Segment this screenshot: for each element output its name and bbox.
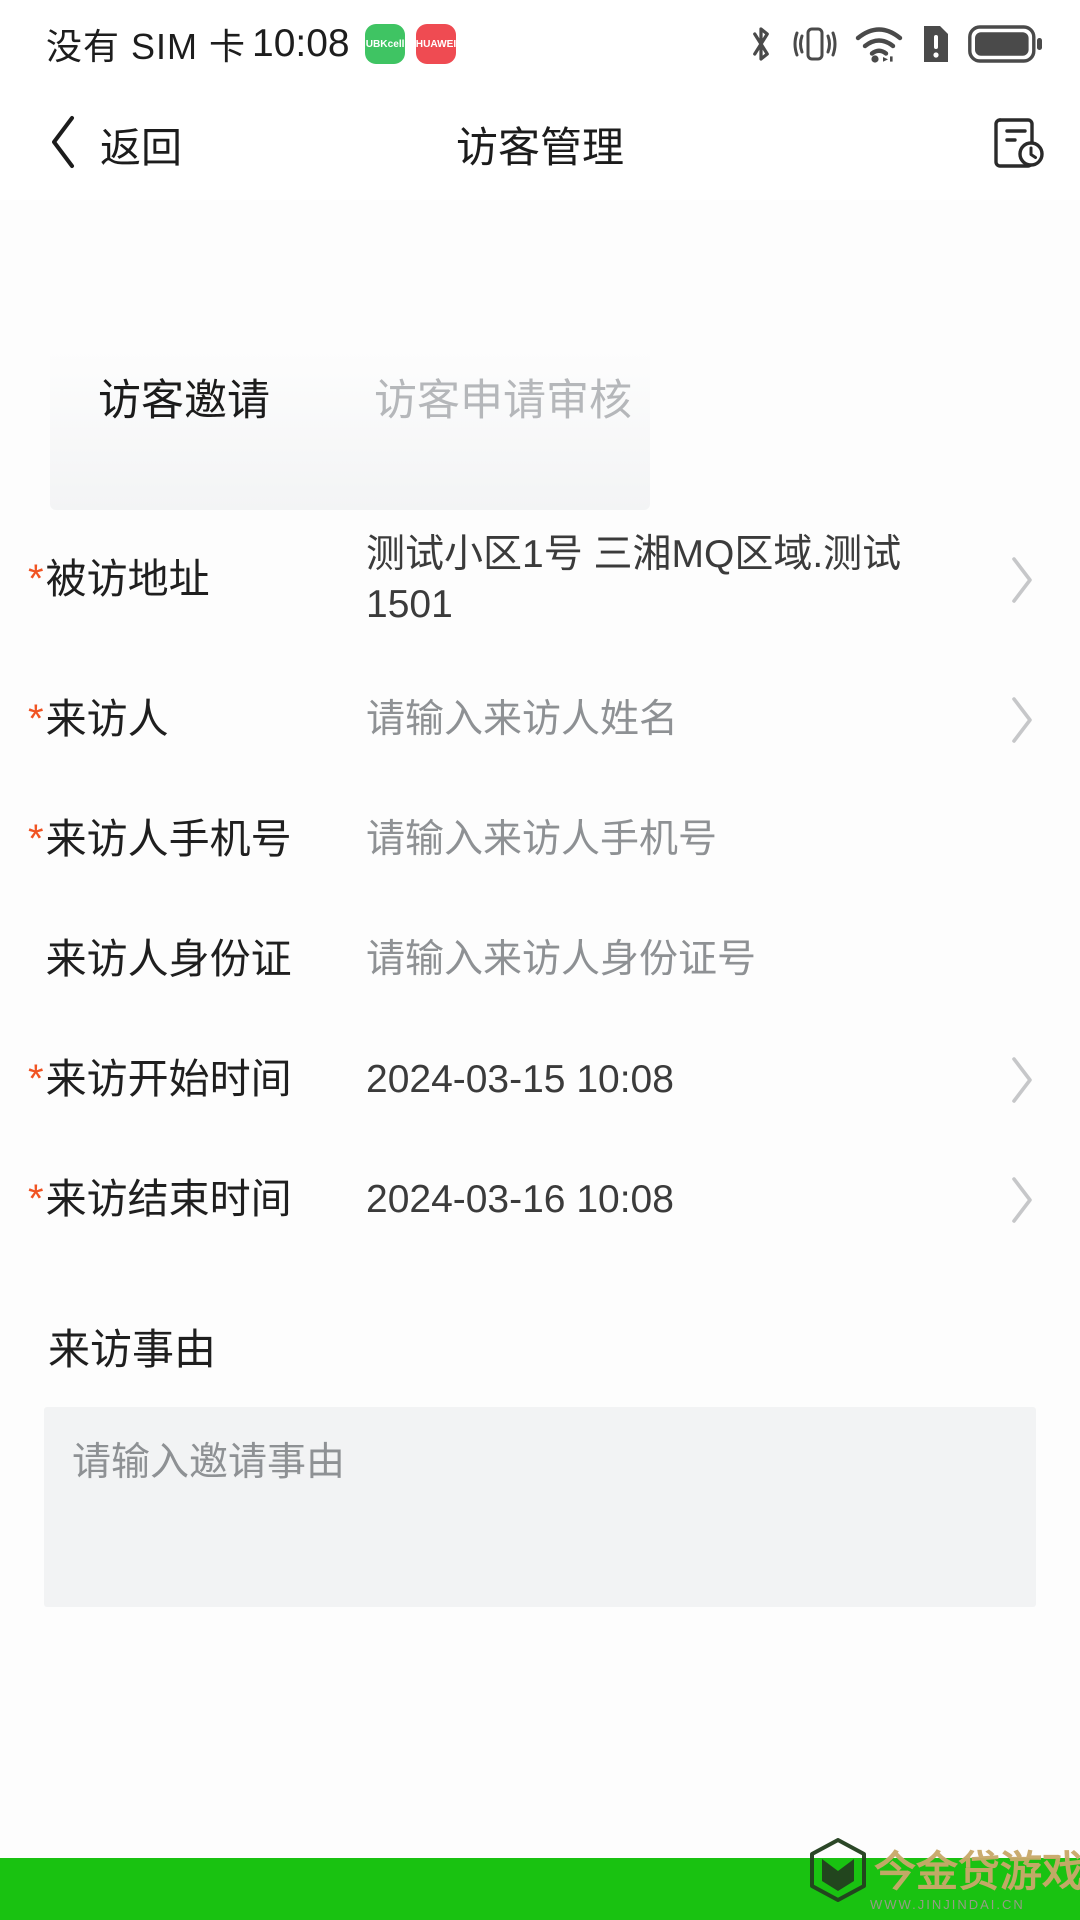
vibrate-icon — [793, 23, 837, 65]
huawei-app-icon-label: HUAWEI — [415, 38, 456, 50]
form-row-visited-address[interactable]: * 被访地址 测试小区1号 三湘MQ区域.测试1501 — [0, 500, 1080, 660]
form-row-visit-start-time[interactable]: * 来访开始时间 2024-03-15 10:08 — [0, 1020, 1080, 1140]
form-row-visitor-phone[interactable]: * 来访人手机号 请输入来访人手机号 — [0, 780, 1080, 900]
form-label-text: 来访结束时间 — [45, 1176, 292, 1223]
status-bar-left: 没有 SIM 卡 10:08 UBKcell HUAWEI — [46, 18, 456, 70]
tabs-background-card — [50, 350, 650, 510]
form-label-text: 来访人手机号 — [45, 816, 292, 863]
form-label-text: 被访地址 — [45, 556, 210, 603]
sim-alert-icon — [921, 23, 951, 65]
required-star: * — [28, 1177, 44, 1222]
visit-reason-textarea[interactable]: 请输入邀请事由 — [44, 1407, 1036, 1607]
tab-visitor-invite[interactable]: 访客邀请 — [46, 380, 322, 423]
chevron-left-icon — [46, 114, 80, 175]
required-star: * — [28, 1057, 44, 1102]
page-content: 访客邀请 访客申请审核 * 被访地址 测试小区1号 三湘MQ区域.测试1501 — [0, 200, 1080, 1920]
visitor-invite-form: * 被访地址 测试小区1号 三湘MQ区域.测试1501 * 来访人 请输入来访人… — [0, 500, 1080, 1607]
tab-visitor-application-review[interactable]: 访客申请审核 — [322, 380, 684, 423]
visit-reason-field-wrap: 请输入邀请事由 — [0, 1407, 1080, 1607]
history-record-button[interactable] — [990, 113, 1048, 176]
bluetooth-icon — [746, 22, 776, 66]
history-record-icon — [990, 113, 1048, 176]
status-bar-right — [746, 22, 1044, 66]
form-label-visit-end-time: * 来访结束时间 — [28, 1174, 366, 1225]
section-title-visit-reason: 来访事由 — [48, 1326, 217, 1373]
status-bar: 没有 SIM 卡 10:08 UBKcell HUAWEI — [0, 0, 1080, 88]
form-value-visit-start-time: 2024-03-15 10:08 — [366, 1058, 674, 1102]
form-label-visitor-phone: * 来访人手机号 — [28, 814, 366, 865]
status-bar-app-badges: UBKcell HUAWEI — [364, 24, 456, 64]
form-row-visitor-name[interactable]: * 来访人 请输入来访人姓名 — [0, 660, 1080, 780]
tab-bar: 访客邀请 访客申请审核 — [46, 380, 684, 423]
chevron-right-icon — [986, 1175, 1036, 1225]
status-bar-clock: 10:08 — [252, 22, 350, 65]
back-button[interactable]: 返回 — [46, 114, 182, 175]
form-row-visit-end-time[interactable]: * 来访结束时间 2024-03-16 10:08 — [0, 1140, 1080, 1260]
required-star: * — [28, 817, 44, 862]
form-label-visitor-name: * 来访人 — [28, 694, 366, 745]
chevron-right-icon — [986, 1055, 1036, 1105]
app-screen: 没有 SIM 卡 10:08 UBKcell HUAWEI 返回 访客管理 访客… — [0, 0, 1080, 1920]
nav-bar: 返回 访客管理 — [0, 88, 1080, 200]
back-button-label: 返回 — [100, 125, 182, 171]
form-label-text: 来访开始时间 — [45, 1056, 292, 1103]
form-label-visit-start-time: * 来访开始时间 — [28, 1054, 366, 1105]
form-label-text: 来访人身份证 — [45, 936, 292, 983]
form-value-visit-end-time: 2024-03-16 10:08 — [366, 1178, 674, 1222]
form-label-text: 来访人 — [45, 696, 169, 743]
form-input-visitor-name[interactable]: 请输入来访人姓名 — [366, 695, 986, 745]
chevron-right-icon — [986, 555, 1036, 605]
chevron-right-icon — [986, 695, 1036, 745]
huawei-app-icon: HUAWEI — [415, 24, 456, 64]
required-star: * — [28, 697, 44, 742]
form-input-visitor-idcard[interactable]: 请输入来访人身份证号 — [366, 935, 986, 985]
form-label-visitor-idcard: * 来访人身份证 — [28, 934, 366, 985]
form-row-visitor-idcard[interactable]: * 来访人身份证 请输入来访人身份证号 — [0, 900, 1080, 1020]
required-star: * — [28, 557, 44, 602]
carrier-label: 没有 SIM 卡 — [46, 26, 247, 67]
ubkcell-app-icon: UBKcell — [364, 24, 405, 64]
form-label-visited-address: * 被访地址 — [28, 554, 366, 605]
form-value-visited-address: 测试小区1号 三湘MQ区域.测试1501 — [366, 533, 902, 626]
form-input-visitor-phone[interactable]: 请输入来访人手机号 — [366, 815, 986, 865]
wifi-icon — [854, 24, 904, 64]
submit-button-bar[interactable] — [0, 1858, 1080, 1920]
battery-icon — [968, 24, 1044, 64]
ubkcell-app-icon-label: UBKcell — [365, 38, 405, 50]
